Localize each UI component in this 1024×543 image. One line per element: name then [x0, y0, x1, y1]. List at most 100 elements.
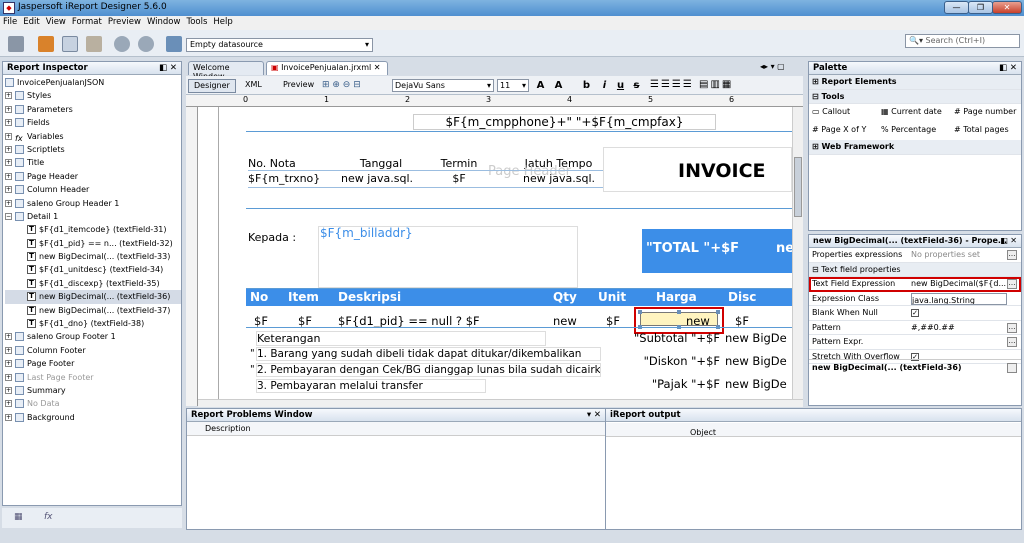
col-description[interactable]: Description: [205, 424, 251, 433]
tab-welcome-window[interactable]: Welcome Window: [188, 61, 264, 81]
structure-icon[interactable]: ▦: [14, 512, 23, 522]
maximize-button[interactable]: ❐: [968, 1, 993, 14]
property-row[interactable]: Text Field Expression new BigDecimal($F{d…: [809, 277, 1021, 292]
tree-item[interactable]: + Background: [5, 411, 181, 424]
property-value[interactable]: java.lang.String: [911, 292, 1007, 305]
expand-icon[interactable]: +: [5, 186, 12, 194]
tree-item[interactable]: + saleno Group Footer 1: [5, 330, 181, 343]
open-icon[interactable]: [8, 36, 24, 52]
diskon-label[interactable]: "Diskon "+$F: [608, 354, 720, 368]
checkbox[interactable]: ✓: [911, 309, 919, 317]
grow-font-icon[interactable]: A: [534, 79, 547, 92]
resize-handle[interactable]: [677, 310, 681, 314]
col-no[interactable]: No: [250, 290, 280, 304]
property-row[interactable]: Blank When Null ✓: [809, 306, 1021, 321]
expand-icon[interactable]: +: [5, 145, 12, 153]
tree-item[interactable]: + Column Header: [5, 183, 181, 196]
tree-item[interactable]: + Styles: [5, 89, 181, 102]
close-tab-icon[interactable]: ✕: [374, 63, 381, 72]
search-input[interactable]: 🔍▾ Search (Ctrl+I): [905, 34, 1020, 48]
italic-button[interactable]: i: [598, 79, 611, 92]
tree-item[interactable]: + Fields: [5, 116, 181, 129]
subtotal-label[interactable]: "Subtotal "+$F: [608, 331, 720, 345]
shrink-font-icon[interactable]: A: [552, 79, 565, 92]
preview-tab[interactable]: Preview: [278, 79, 319, 93]
designer-tab[interactable]: Designer: [188, 79, 236, 93]
datasource-select[interactable]: Empty datasource ▾: [186, 38, 373, 52]
label-termin[interactable]: Termin: [428, 157, 490, 170]
billaddr-field[interactable]: $F{m_billaddr}: [320, 226, 520, 240]
ellipsis-button[interactable]: …: [1007, 322, 1017, 333]
detail-unit[interactable]: $F: [606, 314, 626, 328]
expand-icon[interactable]: +: [5, 373, 12, 381]
property-row[interactable]: ⊟ Text field properties: [809, 262, 1021, 277]
vertical-scrollbar[interactable]: [792, 107, 803, 399]
close-button[interactable]: ✕: [992, 1, 1022, 14]
pajak-value[interactable]: new BigDe: [725, 377, 792, 391]
label-no-nota[interactable]: No. Nota: [248, 157, 333, 170]
property-row[interactable]: Pattern #,##0.##…: [809, 321, 1021, 335]
tree-item[interactable]: Tnew BigDecimal(... (textField-37): [5, 304, 181, 317]
tool-percentage[interactable]: % Percentage: [881, 125, 936, 134]
detail-qty[interactable]: new: [553, 314, 588, 328]
expand-icon[interactable]: +: [5, 199, 12, 207]
tool-current-date[interactable]: ▦ Current date: [881, 107, 942, 116]
property-row[interactable]: Expression Class java.lang.String: [809, 292, 1021, 306]
tree-item[interactable]: + Parameters: [5, 103, 181, 116]
col-deskripsi[interactable]: Deskripsi: [338, 290, 428, 304]
property-row[interactable]: Properties expressions No properties set…: [809, 248, 1021, 263]
expand-icon[interactable]: +: [5, 105, 12, 113]
property-value[interactable]: No properties set: [911, 248, 1007, 262]
resize-handle[interactable]: [716, 310, 720, 314]
underline-button[interactable]: u: [614, 79, 627, 92]
property-value[interactable]: #,##0.##: [911, 321, 1007, 335]
bold-button[interactable]: b: [580, 79, 593, 92]
trxno-field[interactable]: $F{m_trxno}: [248, 172, 333, 185]
property-value[interactable]: [911, 335, 1007, 349]
tree-item[interactable]: + Page Header: [5, 170, 181, 183]
expand-icon[interactable]: +: [5, 346, 12, 354]
undo-icon[interactable]: [114, 36, 130, 52]
expand-icon[interactable]: +: [5, 159, 12, 167]
col-unit[interactable]: Unit: [598, 290, 638, 304]
pajak-label[interactable]: "Pajak "+$F: [608, 377, 720, 391]
tree-item[interactable]: T $F{d1_pid} == n... (textField-32): [5, 237, 181, 250]
group-web-framework[interactable]: ⊞ Web Framework: [809, 140, 1021, 155]
detail-pid[interactable]: $F{d1_pid} == null ? $F: [338, 314, 548, 328]
invoice-title[interactable]: INVOICE: [678, 160, 788, 182]
datasource-icon[interactable]: [166, 36, 182, 52]
ellipsis-button[interactable]: …: [1007, 279, 1017, 289]
tree-item[interactable]: + Title: [5, 156, 181, 169]
tool-page-x-of-y[interactable]: # Page X of Y: [812, 125, 866, 134]
info-icon[interactable]: [1007, 363, 1017, 373]
note-3[interactable]: 3. Pembayaran melalui transfer: [256, 379, 486, 393]
menu-edit[interactable]: Edit: [20, 16, 42, 28]
tree-item[interactable]: + saleno Group Header 1: [5, 197, 181, 210]
col-qty[interactable]: Qty: [553, 290, 588, 304]
col-harga[interactable]: Harga: [656, 290, 706, 304]
copy-icon[interactable]: [62, 36, 78, 52]
detail-harga[interactable]: new: [686, 314, 716, 328]
diskon-value[interactable]: new BigDe: [725, 354, 792, 368]
expand-icon[interactable]: +: [5, 360, 12, 368]
tree-item[interactable]: T $F{d1_discexp} (textField-35): [5, 277, 181, 290]
tool-total-pages[interactable]: # Total pages: [954, 125, 1009, 134]
subtotal-value[interactable]: new BigDe: [725, 331, 792, 345]
tree-item[interactable]: + fx Variables: [5, 130, 181, 143]
panel-controls-icon[interactable]: ◧ ✕: [999, 63, 1017, 73]
tree-item[interactable]: − Detail 1: [5, 210, 181, 223]
expand-icon[interactable]: −: [5, 212, 12, 220]
align-icons[interactable]: ☰☰☰☰ ▤▥▦: [650, 79, 733, 90]
tree-item[interactable]: + Page Footer: [5, 357, 181, 370]
cut-icon[interactable]: [38, 36, 54, 52]
detail-itemcode[interactable]: $F: [254, 314, 278, 328]
group-tools[interactable]: ⊟ Tools: [809, 89, 1021, 104]
horizontal-scrollbar[interactable]: [198, 399, 803, 407]
font-family-select[interactable]: DejaVu Sans ▾: [392, 79, 494, 92]
detail-disc[interactable]: $F: [735, 314, 759, 328]
resize-handle[interactable]: [638, 310, 642, 314]
label-kepada[interactable]: Kepada :: [248, 231, 318, 244]
tree-item[interactable]: Tnew BigDecimal(... (textField-33): [5, 250, 181, 263]
ellipsis-button[interactable]: …: [1007, 337, 1017, 347]
tool-callout[interactable]: ▭ Callout: [812, 107, 850, 116]
